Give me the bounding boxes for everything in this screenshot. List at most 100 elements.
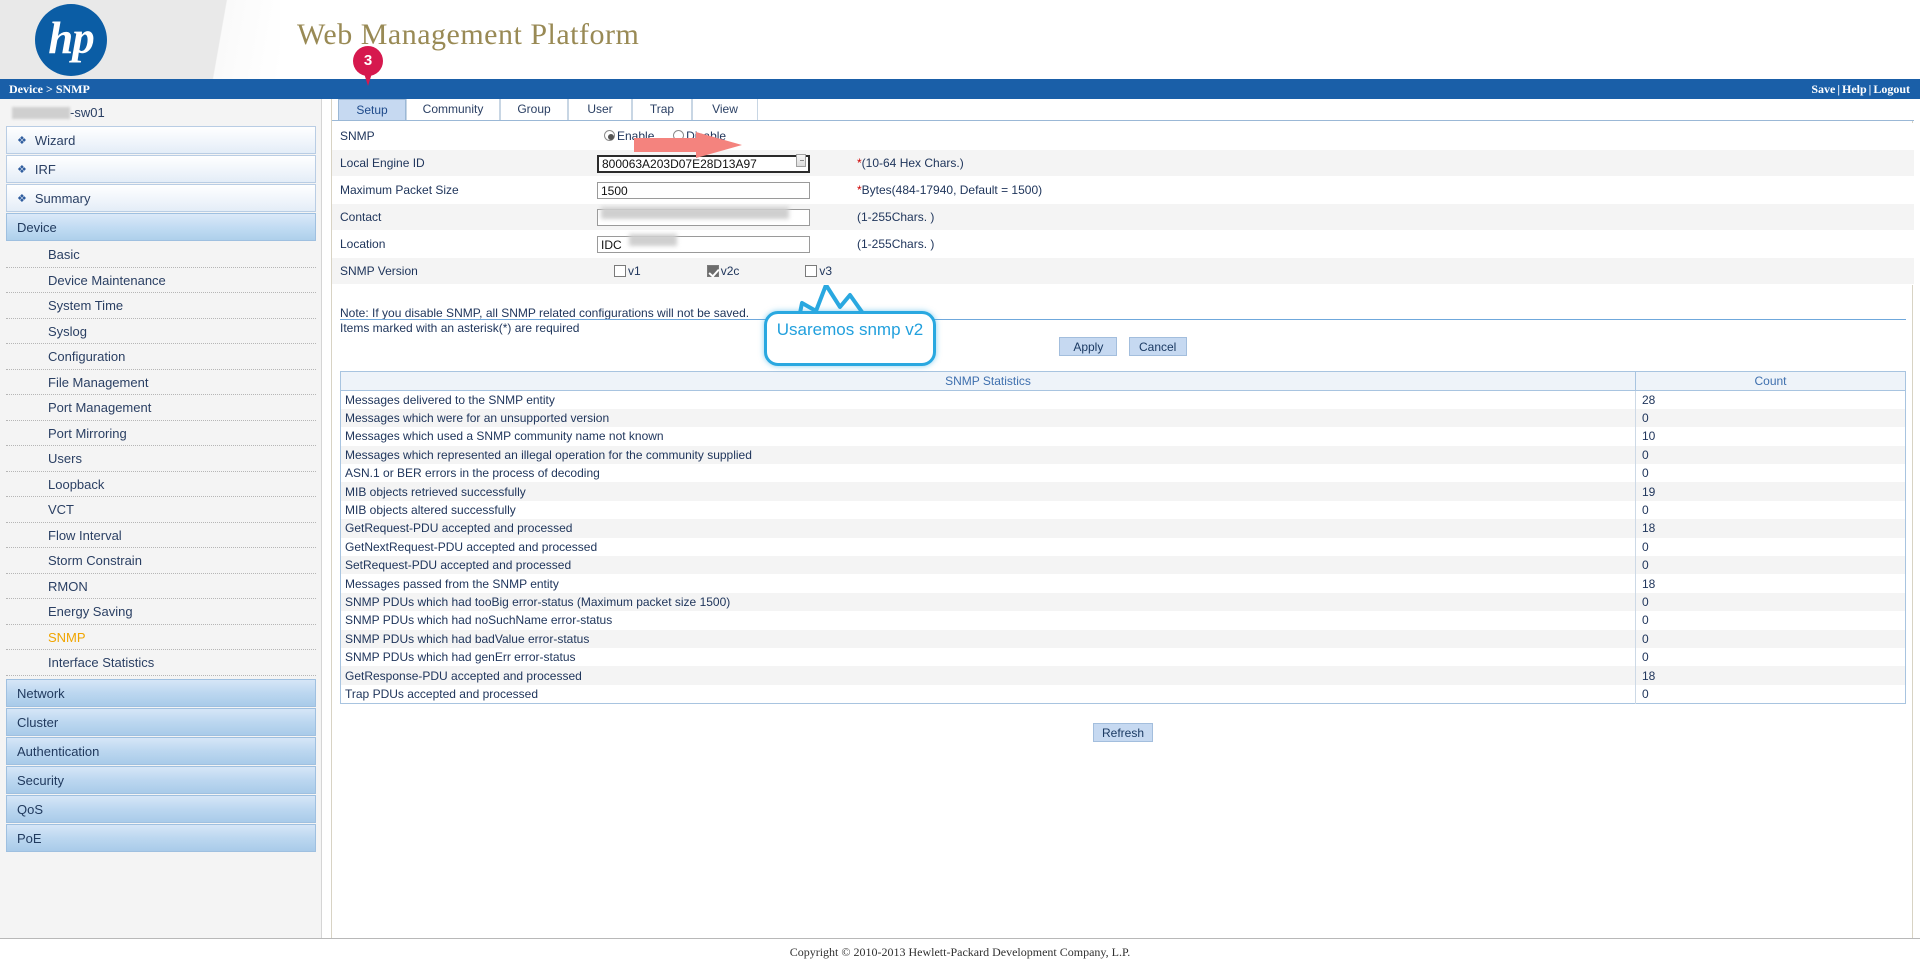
save-link[interactable]: Save <box>1811 82 1835 96</box>
sidebar-item-energy-saving[interactable]: Energy Saving <box>6 599 316 625</box>
sidebar-item-device-maintenance[interactable]: Device Maintenance <box>6 268 316 293</box>
main-content: Setup Community Group User Trap View SNMP Ena… <box>323 99 1920 969</box>
apply-button[interactable]: Apply <box>1059 337 1118 356</box>
sidebar-item-summary[interactable]: ❖ Summary <box>6 184 316 212</box>
breadcrumb-bar: Device > SNMP Save | Help | Logout <box>0 79 1920 99</box>
logout-link[interactable]: Logout <box>1873 82 1910 96</box>
sidebar-subitem-label: Port Management <box>48 400 152 415</box>
tab-label: User <box>587 102 613 116</box>
cancel-button[interactable]: Cancel <box>1128 337 1187 356</box>
sidebar-item-port-mirroring[interactable]: Port Mirroring <box>6 421 316 446</box>
sidebar-section-device[interactable]: Device <box>6 213 316 241</box>
refresh-row: Refresh <box>332 723 1914 742</box>
sidebar-section-label: Security <box>17 772 64 788</box>
sidebar-section-authentication[interactable]: Authentication <box>6 736 316 765</box>
stat-name-cell: Messages delivered to the SNMP entity <box>340 390 1636 409</box>
snmp-setup-form: SNMP Enable Disable Local Engine ID *(10… <box>332 123 1914 742</box>
sidebar-item-file-management[interactable]: File Management <box>6 370 316 395</box>
sidebar-item-basic[interactable]: Basic <box>6 242 316 268</box>
sidebar-section-security[interactable]: Security <box>6 765 316 794</box>
sidebar-item-label: Summary <box>34 191 91 206</box>
sidebar-item-flow-interval[interactable]: Flow Interval <box>6 523 316 548</box>
snmp-version-checkbox-v3[interactable] <box>805 265 818 277</box>
snmp-version-checkbox-v1[interactable] <box>614 265 626 277</box>
stat-count-cell: 0 <box>1635 537 1906 557</box>
location-hint: (1-255Chars. ) <box>857 237 935 251</box>
tab-group[interactable]: Group <box>500 99 568 120</box>
stat-count-cell: 18 <box>1635 666 1906 685</box>
stat-name-cell: Messages which represented an illegal op… <box>340 445 1636 465</box>
contact-label: Contact <box>340 210 382 224</box>
stat-name-cell: Messages passed from the SNMP entity <box>340 574 1636 593</box>
sidebar-item-loopback[interactable]: Loopback <box>6 472 316 497</box>
sidebar-item-wizard[interactable]: ❖ Wizard <box>6 126 316 154</box>
stat-count-cell: 28 <box>1635 390 1906 409</box>
sidebar-item-interface-statistics[interactable]: Interface Statistics <box>6 650 316 676</box>
sidebar-item-configuration[interactable]: Configuration <box>6 344 316 370</box>
snmp-version-option-v1: v1 <box>614 258 641 285</box>
max-packet-size-input[interactable] <box>597 182 810 200</box>
tab-trap[interactable]: Trap <box>632 99 692 120</box>
tab-setup[interactable]: Setup <box>338 99 406 120</box>
max-packet-size-control <box>597 177 810 204</box>
sidebar-section-qos[interactable]: QoS <box>6 794 316 823</box>
sidebar-item-snmp[interactable]: SNMP <box>6 625 316 650</box>
sidebar-item-storm-constrain[interactable]: Storm Constrain <box>6 548 316 574</box>
refresh-button[interactable]: Refresh <box>1092 723 1154 742</box>
sidebar-section-label: PoE <box>17 830 42 846</box>
content-panel: Setup Community Group User Trap View SNMP Ena… <box>331 99 1914 944</box>
snmp-version-label: SNMP Version <box>340 264 418 278</box>
tab-community[interactable]: Community <box>406 99 500 120</box>
diamond-icon: ❖ <box>17 193 27 205</box>
stat-count-cell: 0 <box>1635 647 1906 667</box>
sidebar-item-irf[interactable]: ❖ IRF <box>6 155 316 183</box>
tab-label: Setup <box>356 103 388 117</box>
sidebar-section-cluster[interactable]: Cluster <box>6 707 316 736</box>
sidebar-item-port-management[interactable]: Port Management <box>6 395 316 421</box>
help-link[interactable]: Help <box>1842 82 1867 96</box>
sidebar-item-users[interactable]: Users <box>6 446 316 472</box>
form-row-snmp-version: SNMP Version v1 v2c v3 <box>332 258 1914 285</box>
stat-name-cell: ASN.1 or BER errors in the process of de… <box>340 464 1636 483</box>
sidebar-section-network[interactable]: Network <box>6 678 316 707</box>
table-header-row: SNMP Statistics Count <box>340 371 1906 391</box>
device-name: -sw01 <box>12 105 312 123</box>
max-packet-size-label: Maximum Packet Size <box>340 183 459 197</box>
table-row: SNMP PDUs which had noSuchName error-sta… <box>340 611 1906 630</box>
device-name-suffix: -sw01 <box>70 105 105 120</box>
sidebar-subitem-label: RMON <box>48 578 88 594</box>
form-row-snmp: SNMP Enable Disable <box>332 123 1914 150</box>
step-pin-number: 3 <box>353 46 383 76</box>
snmp-enable-radio[interactable] <box>604 130 615 141</box>
callout-text: Usaremos snmp v2 <box>776 320 924 339</box>
tab-view[interactable]: View <box>692 99 758 120</box>
tab-user[interactable]: User <box>568 99 632 120</box>
engine-id-spinner-icon[interactable] <box>796 154 806 167</box>
local-engine-id-label: Local Engine ID <box>340 156 425 170</box>
table-row: SNMP PDUs which had genErr error-status 0 <box>340 647 1906 667</box>
sidebar-item-vct[interactable]: VCT <box>6 497 316 523</box>
sidebar-item-syslog[interactable]: Syslog <box>6 319 316 344</box>
sidebar-subitem-label: Energy Saving <box>48 604 133 619</box>
sidebar-section-label: Authentication <box>17 743 100 759</box>
snmp-version-option-label: v2c <box>720 264 740 278</box>
sidebar-item-rmon[interactable]: RMON <box>6 574 316 599</box>
contact-redaction-overlay <box>601 207 789 219</box>
snmp-version-checkbox-v2c[interactable] <box>706 265 719 277</box>
table-row: GetNextRequest-PDU accepted and processe… <box>340 537 1906 557</box>
stat-name-cell: SetRequest-PDU accepted and processed <box>340 556 1636 575</box>
breadcrumb: Device > SNMP <box>9 82 90 96</box>
sidebar-section-label: Network <box>17 685 65 701</box>
form-row-local-engine-id: Local Engine ID *(10-64 Hex Chars.) <box>332 150 1914 177</box>
stat-count-cell: 18 <box>1635 519 1906 538</box>
sidebar-section-poe[interactable]: PoE <box>6 823 316 852</box>
form-notes: Note: If you disable SNMP, all SNMP rela… <box>340 306 749 336</box>
location-redaction-overlay <box>629 234 677 246</box>
sidebar-section-label: QoS <box>17 801 44 817</box>
device-name-redacted <box>12 107 70 119</box>
sidebar-subitem-label: Device Maintenance <box>48 272 166 288</box>
table-row: MIB objects altered successfully 0 <box>340 500 1906 520</box>
stat-count-cell: 0 <box>1635 684 1906 704</box>
app-banner: hp Web Management Platform <box>0 0 1920 79</box>
sidebar-item-system-time[interactable]: System Time <box>6 293 316 319</box>
